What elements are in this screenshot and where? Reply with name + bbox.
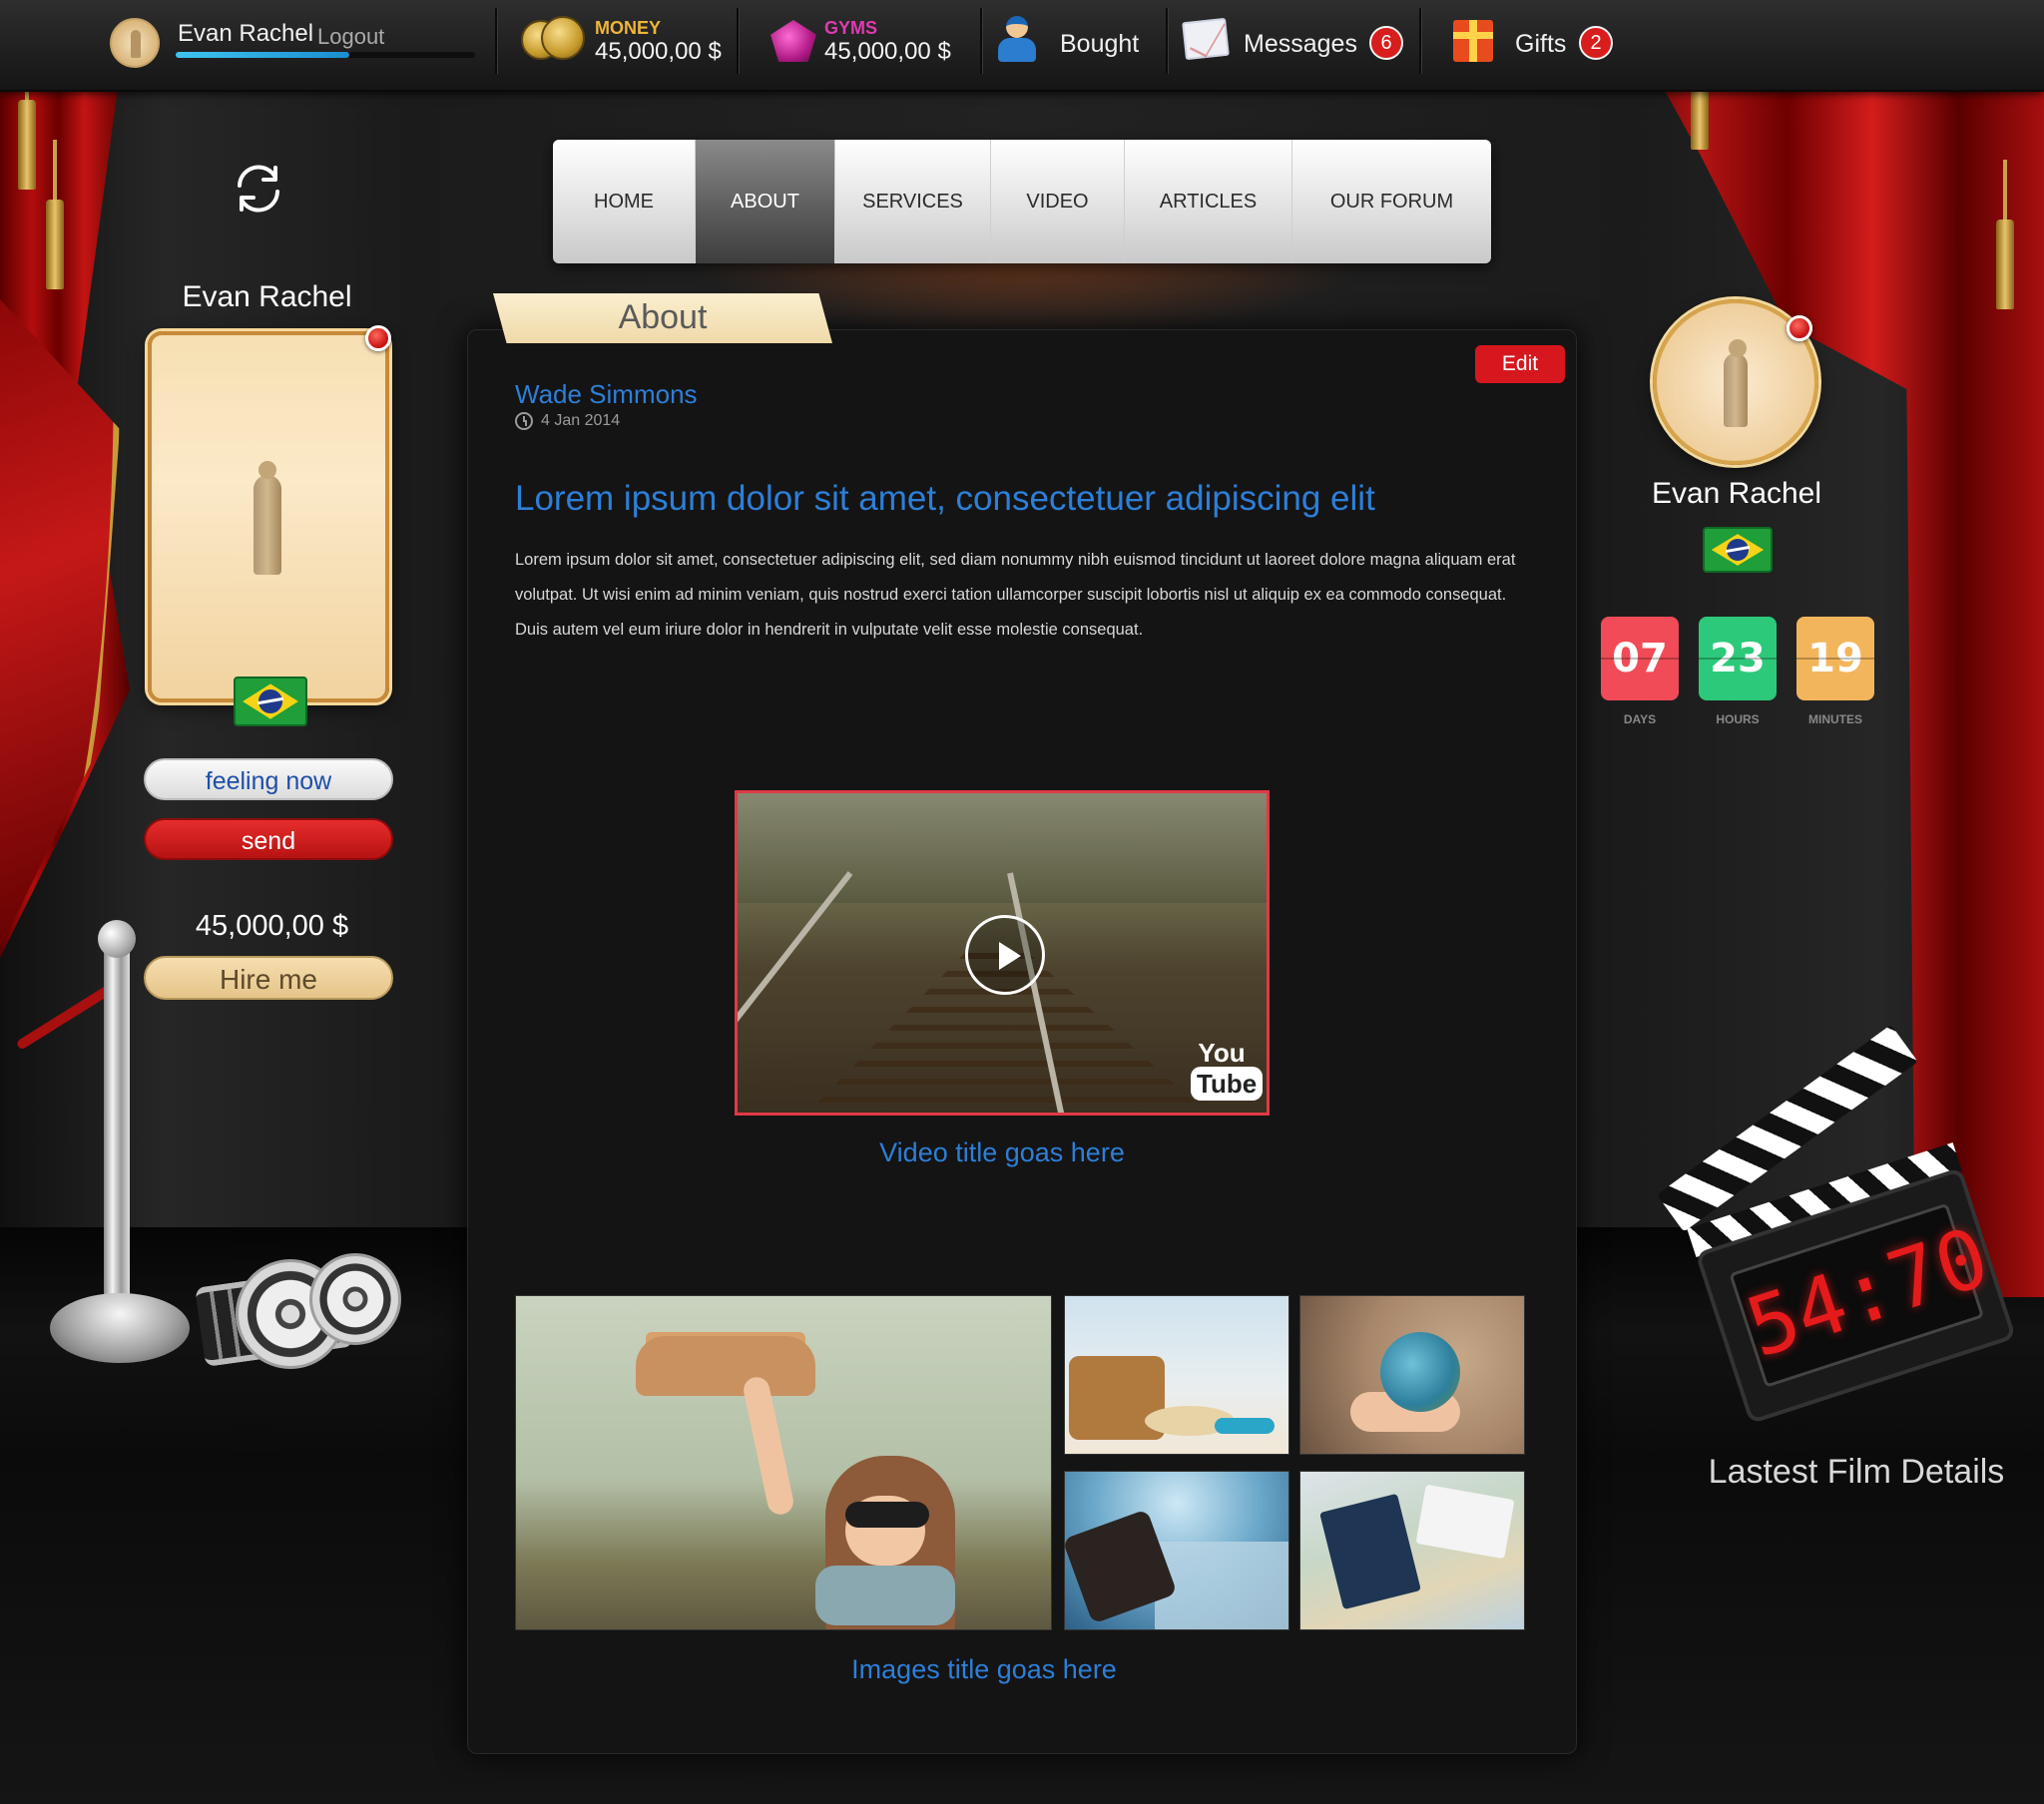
countdown-hours: 23 (1699, 617, 1777, 700)
film-reel-icon (309, 1253, 401, 1345)
nav-about[interactable]: ABOUT (696, 140, 835, 263)
bought-link[interactable]: Bought (1060, 30, 1139, 59)
brazil-flag-icon (234, 676, 307, 726)
refresh-icon[interactable] (230, 160, 287, 218)
stanchion-top (98, 920, 136, 958)
profile-name: Evan Rachel (182, 280, 352, 313)
main-nav: HOME ABOUT SERVICES VIDEO ARTICLES OUR F… (553, 140, 1491, 263)
countdown-hours-label: HOURS (1716, 712, 1760, 726)
online-status-dot (1787, 315, 1812, 341)
article-body: Lorem ipsum dolor sit amet, consectetuer… (515, 551, 1516, 639)
user-name: Evan Rachel (178, 20, 314, 47)
envelope-icon (1182, 17, 1230, 61)
countdown-days-label: DAYS (1623, 712, 1657, 726)
gallery-thumb[interactable] (1299, 1295, 1525, 1455)
clock-icon (515, 412, 533, 430)
countdown-minutes: 19 (1796, 617, 1874, 700)
coin-icon (541, 16, 585, 60)
nav-home[interactable]: HOME (553, 140, 696, 263)
brazil-flag-icon (1703, 527, 1773, 573)
top-bar: Evan Rachel Logout MONEY 45,000,00 $ GYM… (0, 0, 2044, 92)
post-date-row: 4 Jan 2014 (515, 412, 620, 430)
stanchion-base (50, 1293, 190, 1363)
oscar-placeholder-icon (254, 461, 281, 575)
youtube-logo: You Tube (1191, 1038, 1264, 1101)
profile-money: 45,000,00 $ (195, 910, 349, 942)
video-player[interactable]: You Tube (735, 790, 1270, 1116)
left-tassel (46, 140, 64, 289)
play-icon[interactable] (965, 915, 1045, 995)
latest-film-details-link[interactable]: Lastest Film Details (1697, 1453, 2016, 1492)
gyms-label: GYMS (824, 18, 878, 38)
nav-our-forum[interactable]: OUR FORUM (1292, 140, 1491, 263)
money-value: 45,000,00 $ (595, 38, 722, 65)
experience-progress-bar (176, 52, 475, 58)
nav-articles[interactable]: ARTICLES (1125, 140, 1292, 263)
stanchion-pole (104, 938, 130, 1347)
images-title: Images title goas here (851, 1654, 1117, 1684)
gallery-thumb[interactable] (1064, 1471, 1289, 1630)
countdown-days: 07 (1601, 617, 1679, 700)
right-tassel (1996, 160, 2014, 309)
gem-icon (770, 20, 816, 62)
gallery-thumb[interactable] (1299, 1471, 1525, 1630)
gallery-thumb[interactable] (1064, 1295, 1289, 1455)
messages-link[interactable]: Messages (1244, 30, 1357, 59)
nav-video[interactable]: VIDEO (991, 140, 1125, 263)
oscar-placeholder-icon (1724, 339, 1748, 427)
right-profile-name: Evan Rachel (1651, 477, 1822, 510)
countdown-minutes-label: MINUTES (1808, 712, 1862, 726)
post-date: 4 Jan 2014 (541, 412, 621, 429)
about-tab[interactable]: About (493, 293, 832, 343)
gifts-count-badge: 2 (1579, 26, 1613, 60)
edit-button[interactable]: Edit (1475, 345, 1565, 383)
hire-me-button[interactable]: Hire me (144, 956, 393, 1000)
logout-link[interactable]: Logout (317, 24, 384, 50)
shopper-icon (994, 16, 1038, 62)
money-label: MONEY (595, 18, 662, 38)
author-link[interactable]: Wade Simmons (515, 379, 698, 410)
gift-icon (1453, 20, 1493, 62)
feeling-now-button[interactable]: feeling now (144, 758, 393, 800)
left-curtain-swag (0, 299, 120, 948)
send-button[interactable]: send (144, 818, 393, 860)
youtube-logo-top: You (1198, 1038, 1246, 1068)
user-avatar[interactable] (110, 18, 160, 68)
nav-services[interactable]: SERVICES (835, 140, 991, 263)
youtube-logo-bottom: Tube (1191, 1067, 1264, 1101)
online-status-dot (365, 325, 391, 351)
gyms-value: 45,000,00 $ (824, 38, 951, 65)
video-title: Video title goas here (879, 1137, 1125, 1167)
gifts-link[interactable]: Gifts (1515, 30, 1566, 59)
gallery-image-main[interactable] (515, 1295, 1052, 1630)
article-title: Lorem ipsum dolor sit amet, consectetuer… (515, 479, 1375, 518)
left-tassel (18, 40, 36, 190)
messages-count-badge: 6 (1369, 26, 1403, 60)
profile-photo-card[interactable] (148, 331, 389, 702)
